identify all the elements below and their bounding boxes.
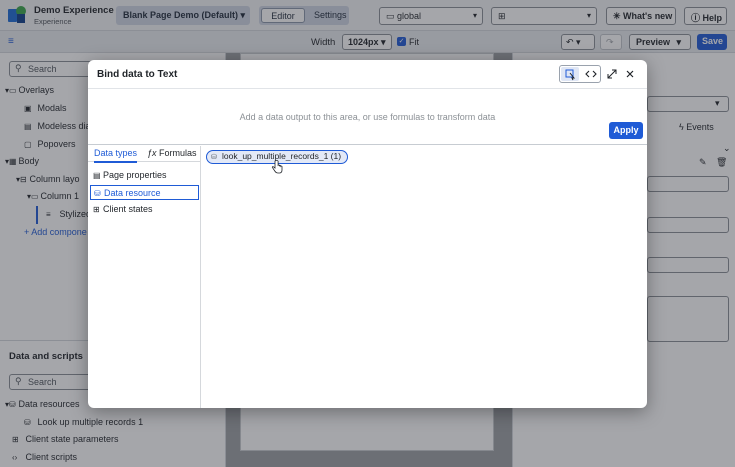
list-icon: ▤ (93, 171, 101, 180)
modal-title: Bind data to Text (97, 69, 178, 80)
formula-drop-area[interactable]: Add a data output to this area, or use f… (88, 90, 647, 145)
sidebar-item-label: Data resource (104, 188, 161, 198)
bind-data-modal: Bind data to Text Add a data output to t… (88, 60, 647, 408)
state-icon: ⊞ (93, 205, 100, 214)
view-toggle-group (559, 65, 601, 83)
sidebar-item-data-resource[interactable]: ⛁ Data resource (90, 185, 199, 200)
code-icon[interactable] (582, 67, 600, 81)
sidebar-item-client-states[interactable]: ⊞ Client states (90, 202, 199, 217)
pick-icon[interactable] (561, 67, 579, 81)
database-icon: ⛁ (94, 189, 101, 198)
sidebar-item-label: Client states (103, 204, 153, 214)
expand-icon[interactable] (605, 66, 619, 82)
fx-icon: ƒx (147, 148, 160, 158)
data-content-area: ⛁ look_up_multiple_records_1 (1) (202, 146, 647, 408)
data-sidebar: Data types ƒx Formulas ▤ Page properties … (88, 146, 201, 408)
tab-formulas-label: Formulas (159, 148, 197, 158)
sidebar-item-label: Page properties (103, 170, 167, 180)
tab-formulas[interactable]: ƒx Formulas (147, 148, 197, 158)
hand-cursor-icon (271, 160, 283, 174)
tab-data-types[interactable]: Data types (94, 148, 138, 163)
database-icon: ⛁ (211, 154, 217, 161)
modal-header: Bind data to Text (88, 60, 647, 89)
close-icon[interactable] (623, 66, 637, 82)
sidebar-item-page-properties[interactable]: ▤ Page properties (90, 168, 199, 183)
sidebar-tabs: Data types ƒx Formulas (88, 146, 201, 163)
drop-hint: Add a data output to this area, or use f… (239, 112, 496, 122)
apply-button[interactable]: Apply (609, 122, 643, 139)
